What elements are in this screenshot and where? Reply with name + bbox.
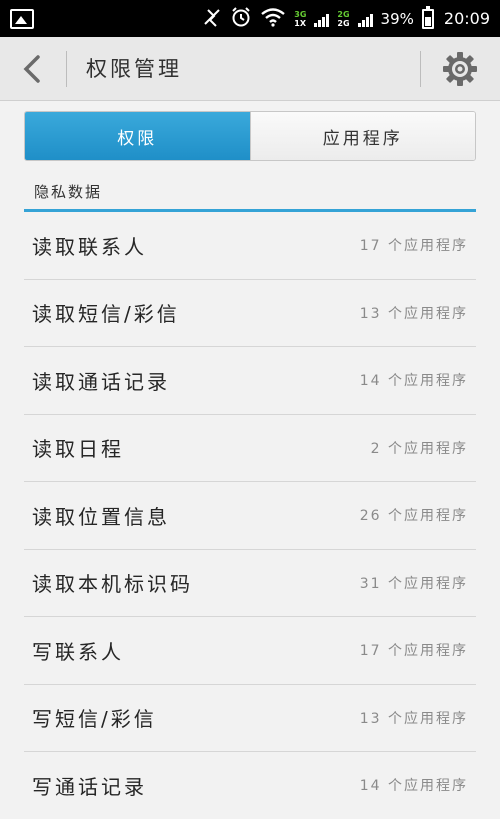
- list-item[interactable]: 读取联系人 17 个应用程序: [24, 212, 476, 280]
- app-count: 13 个应用程序: [359, 305, 468, 322]
- list-item[interactable]: 写短信/彩信 13 个应用程序: [24, 685, 476, 752]
- permission-label: 写通话记录: [32, 774, 147, 799]
- app-count: 14 个应用程序: [359, 373, 468, 390]
- network-type-sim2: 2G 2G: [337, 9, 350, 28]
- back-button[interactable]: [10, 47, 54, 91]
- title-divider-left: [66, 51, 67, 87]
- permission-label: 读取本机标识码: [32, 572, 193, 597]
- gear-icon: [443, 52, 477, 86]
- title-bar: 权限管理: [0, 37, 500, 101]
- wifi-icon: [260, 7, 286, 31]
- tab-applications[interactable]: 应用程序: [249, 112, 475, 160]
- list-item[interactable]: 读取本机标识码 31 个应用程序: [24, 550, 476, 617]
- vibrate-off-icon: [202, 7, 222, 31]
- app-count: 17 个应用程序: [359, 643, 468, 660]
- app-count: 14 个应用程序: [359, 778, 468, 795]
- tab-permissions[interactable]: 权限: [25, 112, 250, 160]
- list-item[interactable]: 读取日程 2 个应用程序: [24, 415, 476, 482]
- signal-strength-icon: [314, 11, 330, 27]
- clock: 20:09: [443, 9, 490, 28]
- list-item[interactable]: 读取通话记录 14 个应用程序: [24, 347, 476, 415]
- permission-label: 读取通话记录: [32, 369, 170, 394]
- permission-label: 写联系人: [32, 639, 124, 664]
- battery-icon: [421, 5, 434, 29]
- app-count: 13 个应用程序: [359, 710, 468, 727]
- permission-list: 读取联系人 17 个应用程序 读取短信/彩信 13 个应用程序 读取通话记录 1…: [24, 212, 476, 819]
- list-item[interactable]: 写通话记录 14 个应用程序: [24, 752, 476, 819]
- battery-percent: 39%: [380, 9, 414, 28]
- section-header: 隐私数据: [24, 170, 476, 212]
- list-item[interactable]: 写联系人 17 个应用程序: [24, 617, 476, 685]
- section-title: 隐私数据: [34, 183, 103, 201]
- chevron-left-icon: [23, 55, 40, 83]
- permission-label: 读取短信/彩信: [32, 302, 180, 327]
- status-bar: 3G 1X 2G 2G 39% 20:09: [0, 0, 500, 37]
- app-count: 31 个应用程序: [359, 575, 468, 592]
- title-divider-right: [420, 51, 421, 87]
- permission-label: 写短信/彩信: [32, 707, 157, 732]
- app-count: 2 个应用程序: [370, 440, 468, 457]
- permission-label: 读取位置信息: [32, 504, 170, 529]
- image-notification-icon: [10, 8, 34, 29]
- app-count: 17 个应用程序: [359, 238, 468, 255]
- signal-strength-icon-2: [357, 11, 373, 27]
- page-title: 权限管理: [86, 57, 182, 81]
- app-count: 26 个应用程序: [359, 508, 468, 525]
- tab-bar: 权限 应用程序: [24, 111, 476, 161]
- alarm-icon: [230, 6, 252, 32]
- permission-label: 读取日程: [32, 437, 124, 462]
- list-item[interactable]: 读取位置信息 26 个应用程序: [24, 482, 476, 550]
- network-type-sim1: 3G 1X: [294, 9, 307, 28]
- permission-label: 读取联系人: [32, 234, 147, 259]
- list-item[interactable]: 读取短信/彩信 13 个应用程序: [24, 280, 476, 347]
- settings-button[interactable]: [436, 47, 484, 91]
